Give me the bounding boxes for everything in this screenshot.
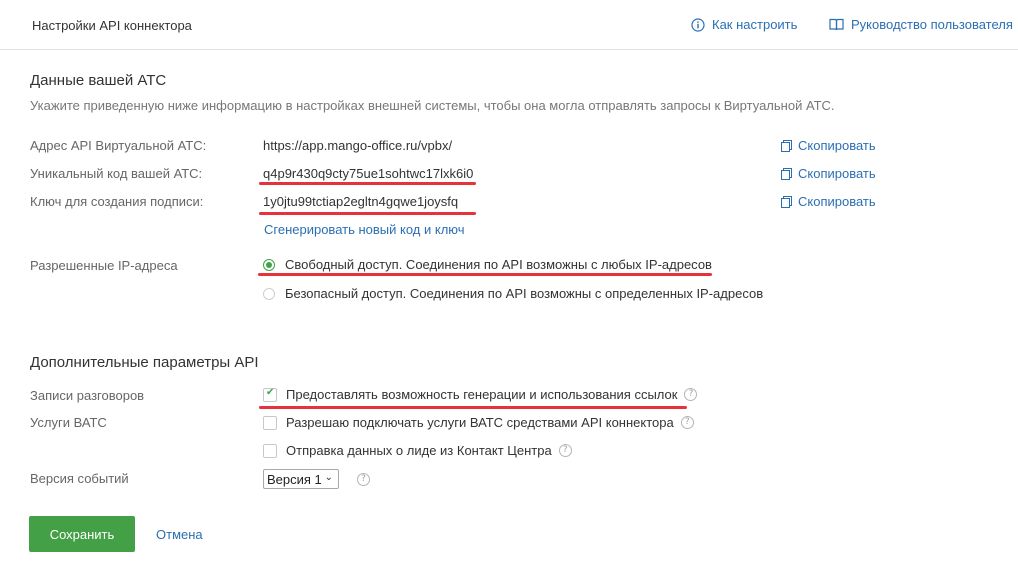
ip-option-secure[interactable]: Безопасный доступ. Соединения по API воз… (263, 286, 763, 301)
api-address-label: Адрес API Виртуальной АТС: (30, 138, 207, 153)
copy-label: Скопировать (798, 138, 876, 153)
user-guide-label: Руководство пользователя (851, 17, 1013, 32)
red-annotation-underline (259, 182, 476, 185)
recordings-label: Записи разговоров (30, 388, 145, 403)
recordings-links-label: Предоставлять возможность генерации и ис… (286, 387, 678, 402)
sign-key-label: Ключ для создания подписи: (30, 194, 204, 209)
events-version-value: Версия 1 (267, 471, 322, 487)
user-guide-link[interactable]: Руководство пользователя (829, 17, 1013, 32)
red-annotation-underline (258, 273, 712, 276)
pbx-code-value: q4p9r430q9cty75ue1sohtwc17lxk6i0 (263, 166, 474, 181)
checkbox-unchecked-icon[interactable] (263, 443, 277, 458)
chevron-down-icon: ⌄ (324, 472, 333, 483)
pbx-section-title: Данные вашей АТС (30, 72, 167, 89)
copy-sign-key-button[interactable]: Скопировать (781, 194, 876, 209)
copy-api-address-button[interactable]: Скопировать (781, 138, 876, 153)
radio-selected-icon[interactable] (263, 258, 275, 271)
copy-icon (781, 196, 792, 208)
copy-icon (781, 140, 792, 152)
copy-label: Скопировать (798, 194, 876, 209)
help-icon[interactable]: ? (558, 444, 572, 457)
help-icon[interactable]: ? (684, 388, 698, 401)
cancel-link[interactable]: Отмена (156, 527, 203, 542)
copy-pbx-code-button[interactable]: Скопировать (781, 166, 876, 181)
vats-connect-label: Разрешаю подключать услуги ВАТС средства… (286, 415, 674, 430)
how-to-setup-link[interactable]: Как настроить (691, 17, 797, 32)
recordings-links-option[interactable]: Предоставлять возможность генерации и ис… (263, 387, 698, 402)
ip-option-secure-label: Безопасный доступ. Соединения по API воз… (285, 286, 764, 301)
copy-icon (781, 168, 792, 180)
help-icon[interactable]: ? (357, 473, 370, 486)
info-icon (691, 17, 705, 32)
vats-label: Услуги ВАТС (30, 415, 107, 430)
events-version-select[interactable]: Версия 1 ⌄ (263, 469, 339, 489)
radio-unselected-icon[interactable] (263, 287, 275, 300)
extra-section-title: Дополнительные параметры API (30, 354, 259, 371)
events-version-label: Версия событий (30, 471, 129, 486)
generate-key-link[interactable]: Сгенерировать новый код и ключ (264, 222, 465, 237)
copy-label: Скопировать (798, 166, 876, 181)
pbx-hint: Укажите приведенную ниже информацию в на… (30, 98, 835, 113)
book-icon (829, 18, 844, 31)
vats-connect-option[interactable]: Разрешаю подключать услуги ВАТС средства… (263, 415, 694, 430)
api-address-value: https://app.mango-office.ru/vpbx/ (263, 138, 453, 153)
lead-data-option[interactable]: Отправка данных о лиде из Контакт Центра… (263, 443, 572, 458)
how-to-setup-label: Как настроить (712, 17, 798, 32)
top-bar: Настройки API коннектора Как настроить Р… (0, 0, 1018, 50)
ip-option-free[interactable]: Свободный доступ. Соединения по API возм… (263, 257, 712, 272)
page-title: Настройки API коннектора (32, 18, 192, 33)
red-annotation-underline (259, 406, 687, 409)
lead-data-label: Отправка данных о лиде из Контакт Центра (286, 443, 552, 458)
save-button[interactable]: Сохранить (29, 516, 135, 552)
help-icon[interactable]: ? (680, 416, 694, 429)
red-annotation-underline (259, 212, 476, 215)
checkbox-unchecked-icon[interactable] (263, 415, 277, 430)
pbx-code-label: Уникальный код вашей АТС: (30, 166, 203, 181)
sign-key-value: 1y0jtu99tctiap2egltn4gqwe1joysfq (263, 194, 459, 209)
allowed-ip-label: Разрешенные IP-адреса (30, 258, 178, 273)
ip-option-free-label: Свободный доступ. Соединения по API возм… (285, 257, 712, 272)
checkbox-checked-icon[interactable] (263, 387, 277, 402)
